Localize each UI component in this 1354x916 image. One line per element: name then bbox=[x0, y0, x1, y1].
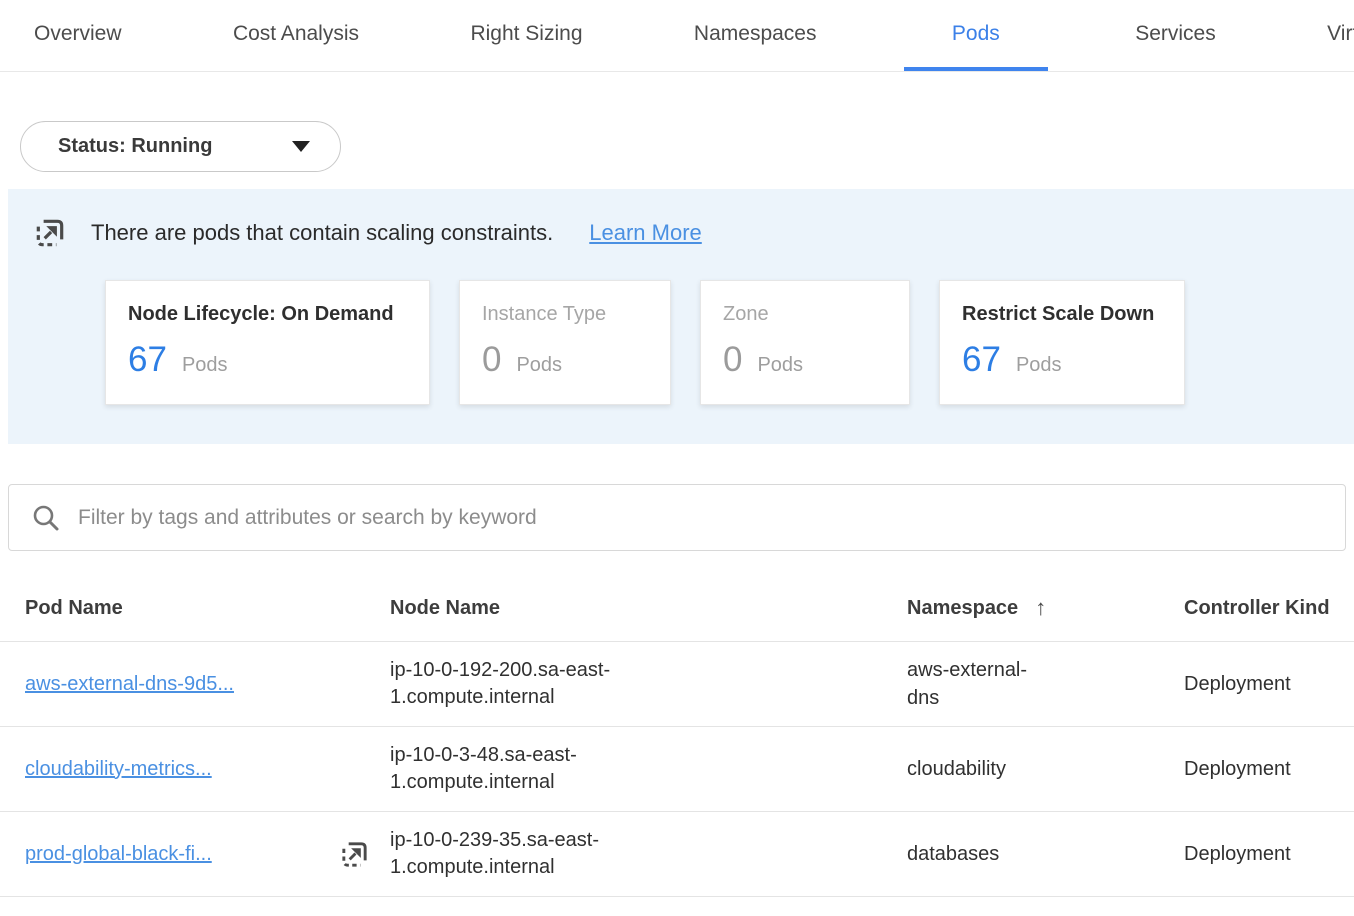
table-row: aws-external-dns-9d5... ip-10-0-192-200.… bbox=[0, 642, 1354, 727]
constraint-card[interactable]: Restrict Scale Down 67 Pods bbox=[939, 280, 1185, 405]
tab-label: Pods bbox=[952, 22, 1000, 46]
card-pod-count: 0 bbox=[723, 340, 742, 380]
scale-constraint-icon bbox=[339, 839, 370, 870]
controller-kind-cell: Deployment bbox=[1184, 758, 1354, 781]
card-unit-label: Pods bbox=[516, 354, 562, 377]
card-title: Node Lifecycle: On Demand bbox=[128, 303, 407, 326]
status-filter-dropdown[interactable]: Status: Running bbox=[20, 121, 341, 172]
scaling-constraints-banner: There are pods that contain scaling cons… bbox=[8, 189, 1354, 444]
tab-label: Overview bbox=[34, 22, 122, 46]
filter-search-bar bbox=[8, 484, 1346, 551]
column-header-node-name[interactable]: Node Name bbox=[390, 597, 907, 620]
table-header-row: Pod Name Node Name Namespace ↑ Controlle… bbox=[0, 551, 1354, 642]
pod-name-link[interactable]: aws-external-dns-9d5... bbox=[25, 673, 234, 696]
sort-ascending-icon: ↑ bbox=[1035, 595, 1046, 621]
tab-item[interactable]: Overview bbox=[10, 0, 146, 71]
pod-name-link[interactable]: prod-global-black-fi... bbox=[25, 843, 212, 866]
search-icon bbox=[31, 503, 61, 533]
card-unit-label: Pods bbox=[182, 354, 228, 377]
controller-kind-cell: Deployment bbox=[1184, 673, 1354, 696]
tab-label: Virtu bbox=[1327, 22, 1354, 46]
column-header-controller-kind[interactable]: Controller Kind bbox=[1184, 597, 1354, 620]
table-row: cloudability-metrics... ip-10-0-3-48.sa-… bbox=[0, 727, 1354, 812]
banner-message: There are pods that contain scaling cons… bbox=[91, 220, 553, 246]
constraint-card[interactable]: Zone 0 Pods bbox=[700, 280, 910, 405]
tab-label: Cost Analysis bbox=[233, 22, 359, 46]
card-pod-count: 67 bbox=[128, 340, 167, 380]
table-row: prod-global-black-fi... ip-10-0-239-35.s… bbox=[0, 812, 1354, 897]
node-name-cell: ip-10-0-239-35.sa-east-1.compute.interna… bbox=[390, 827, 648, 881]
card-title: Instance Type bbox=[482, 303, 648, 326]
tab-label: Services bbox=[1135, 22, 1216, 46]
card-title: Restrict Scale Down bbox=[962, 303, 1162, 326]
pods-table: Pod Name Node Name Namespace ↑ Controlle… bbox=[0, 551, 1354, 897]
chevron-down-icon bbox=[292, 141, 310, 152]
status-filter-label: Status: Running bbox=[58, 135, 212, 158]
tab-label: Right Sizing bbox=[470, 22, 582, 46]
tab-item[interactable]: Cost Analysis bbox=[209, 0, 383, 71]
card-title: Zone bbox=[723, 303, 887, 326]
tab-item[interactable]: Pods bbox=[904, 0, 1048, 71]
tab-item[interactable]: Services bbox=[1111, 0, 1240, 71]
column-header-pod-name[interactable]: Pod Name bbox=[25, 597, 390, 620]
card-unit-label: Pods bbox=[1016, 354, 1062, 377]
pod-name-link[interactable]: cloudability-metrics... bbox=[25, 758, 212, 781]
constraint-card[interactable]: Node Lifecycle: On Demand 67 Pods bbox=[105, 280, 430, 405]
constraint-cards: Node Lifecycle: On Demand 67 Pods Instan… bbox=[105, 280, 1354, 405]
namespace-cell: aws-external-dns bbox=[907, 656, 1057, 712]
node-name-cell: ip-10-0-3-48.sa-east-1.compute.internal bbox=[390, 742, 648, 796]
tab-item[interactable]: Right Sizing bbox=[446, 0, 606, 71]
top-tab-bar: Overview Cost Analysis Right Sizing Name… bbox=[0, 0, 1354, 72]
search-input[interactable] bbox=[78, 506, 1323, 530]
namespace-cell: databases bbox=[907, 840, 1057, 868]
card-unit-label: Pods bbox=[757, 354, 803, 377]
tab-item[interactable]: Virtu bbox=[1303, 0, 1354, 71]
column-header-namespace[interactable]: Namespace ↑ bbox=[907, 595, 1184, 621]
tab-label: Namespaces bbox=[694, 22, 817, 46]
card-pod-count: 67 bbox=[962, 340, 1001, 380]
scale-constraint-icon bbox=[33, 216, 67, 250]
learn-more-link[interactable]: Learn More bbox=[589, 220, 702, 246]
namespace-cell: cloudability bbox=[907, 755, 1057, 783]
controller-kind-cell: Deployment bbox=[1184, 843, 1354, 866]
card-pod-count: 0 bbox=[482, 340, 501, 380]
node-name-cell: ip-10-0-192-200.sa-east-1.compute.intern… bbox=[390, 657, 648, 711]
tab-item[interactable]: Namespaces bbox=[670, 0, 841, 71]
constraint-card[interactable]: Instance Type 0 Pods bbox=[459, 280, 671, 405]
